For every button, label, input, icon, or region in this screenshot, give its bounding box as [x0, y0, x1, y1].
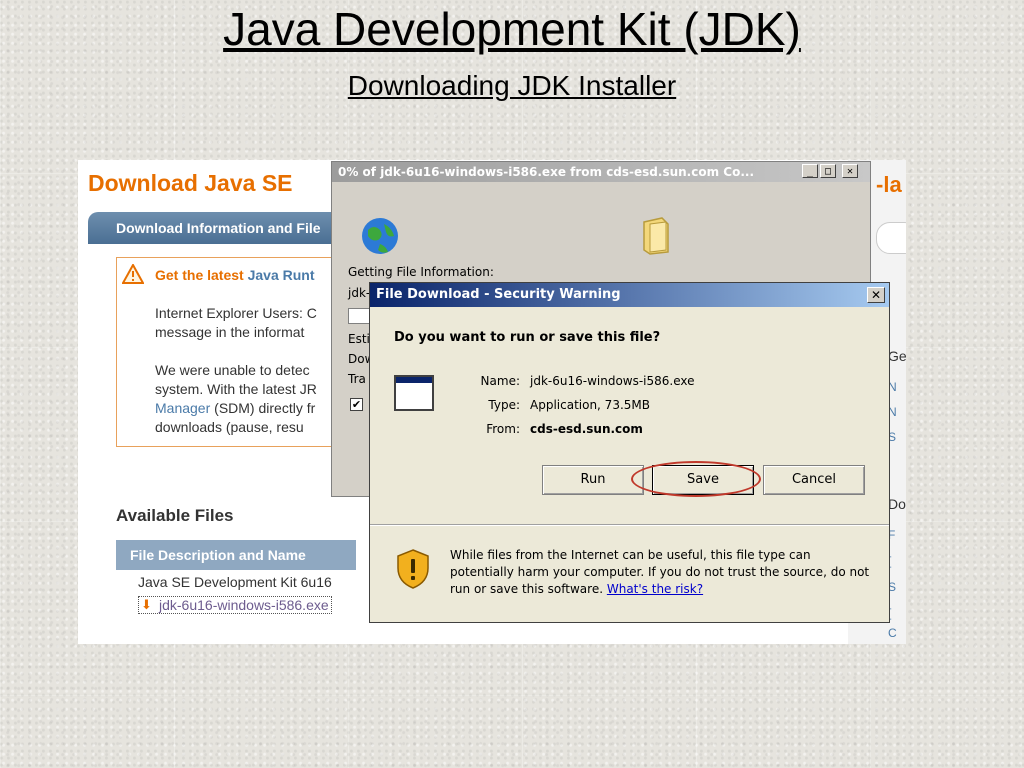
application-icon [394, 375, 434, 411]
type-value: Application, 73.5MB [530, 398, 650, 412]
estimated-label-fragment: Esti [348, 332, 370, 346]
save-button[interactable]: Save [652, 465, 754, 495]
info-title-text: Get the latest [155, 267, 244, 283]
right-section-do: Do [888, 496, 906, 512]
warning-message: While files from the Internet can be use… [450, 547, 870, 598]
dialog-title: File Download - Security Warning [376, 287, 621, 302]
security-warning-dialog: File Download - Security Warning ✕ Do yo… [369, 282, 890, 623]
download-arrow-icon: ⬇ [141, 597, 152, 612]
file-download-link[interactable]: ⬇ jdk-6u16-windows-i586.exe [138, 596, 332, 614]
warning-triangle-icon [122, 264, 144, 284]
right-section-ge: Ge [888, 348, 906, 364]
minimize-button[interactable]: _ [802, 164, 818, 178]
info-line-text: (SDM) directly fr [214, 400, 316, 416]
info-line: downloads (pause, resu [155, 419, 304, 435]
run-button[interactable]: Run [542, 465, 644, 495]
folder-icon [643, 217, 669, 255]
dialog-separator [370, 524, 889, 526]
dialog-close-button[interactable]: ✕ [867, 287, 885, 303]
right-bullet[interactable]: C [888, 626, 897, 640]
name-label: Name: [480, 374, 520, 388]
progress-window-title: 0% of jdk-6u16-windows-i586.exe from cds… [338, 165, 755, 179]
file-label-fragment: jdk- [348, 286, 371, 300]
tab-download-information[interactable]: Download Information and File [88, 212, 338, 244]
right-panel-button[interactable] [876, 222, 906, 254]
from-value: cds-esd.sun.com [530, 422, 643, 436]
maximize-button[interactable]: □ [820, 164, 836, 178]
shield-warning-icon [397, 549, 429, 589]
info-title-link[interactable]: Java Runt [248, 267, 315, 283]
close-button[interactable]: ✕ [842, 164, 858, 178]
slide-title: Java Development Kit (JDK) [223, 3, 801, 55]
dialog-titlebar[interactable]: File Download - Security Warning [370, 283, 889, 307]
whats-the-risk-link[interactable]: What's the risk? [607, 582, 703, 596]
available-files-heading: Available Files [116, 506, 234, 525]
from-label: From: [486, 422, 520, 436]
type-label: Type: [488, 398, 520, 412]
transfer-rate-label-fragment: Tra [348, 372, 366, 386]
dialog-question: Do you want to run or save this file? [394, 330, 661, 345]
right-heading-fragment: -la [876, 172, 902, 197]
info-title: Get the latest Java Runt [155, 266, 315, 285]
info-line: We were unable to detec [155, 362, 310, 378]
cancel-button[interactable]: Cancel [763, 465, 865, 495]
info-line-manager: Manager (SDM) directly fr [155, 399, 315, 418]
file-item-name: Java SE Development Kit 6u16 [138, 574, 332, 590]
page-heading: Download Java SE [88, 170, 293, 196]
progress-window-titlebar[interactable]: 0% of jdk-6u16-windows-i586.exe from cds… [332, 162, 870, 182]
file-link-text[interactable]: jdk-6u16-windows-i586.exe [159, 597, 329, 613]
file-description-header: File Description and Name [116, 540, 356, 570]
slide-subtitle: Downloading JDK Installer [347, 70, 677, 101]
close-on-complete-checkbox[interactable]: ✔ [350, 398, 363, 411]
getting-info-label: Getting File Information: [348, 265, 494, 279]
name-value: jdk-6u16-windows-i586.exe [530, 374, 695, 388]
globe-icon [362, 218, 398, 254]
sdm-link[interactable]: Manager [155, 400, 210, 416]
info-line: Internet Explorer Users: C [155, 305, 317, 321]
info-line: system. With the latest JR [155, 381, 317, 397]
info-line: message in the informat [155, 324, 305, 340]
